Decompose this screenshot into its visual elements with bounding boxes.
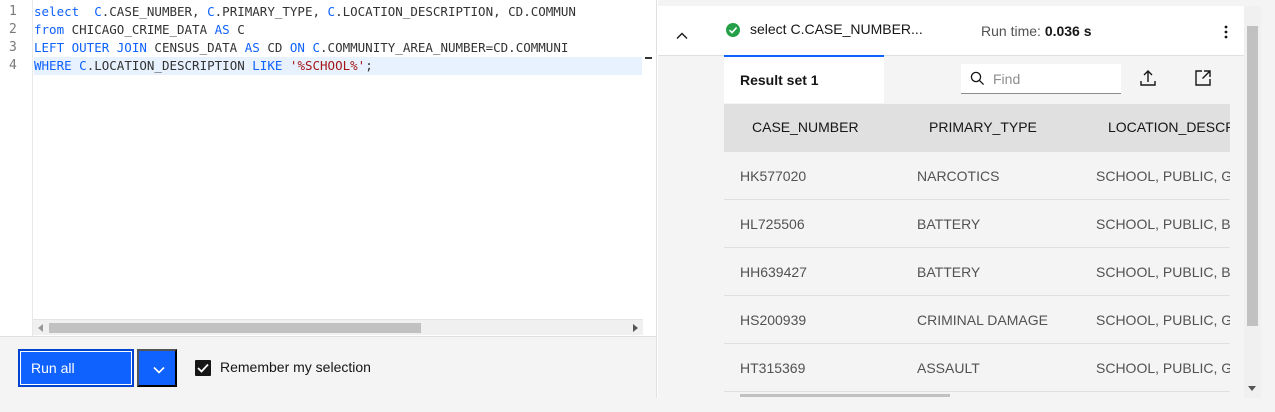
- code-token: .PRIMARY_TYPE,: [214, 4, 328, 19]
- code-token: CENSUS_DATA: [146, 40, 245, 55]
- table-cell: SCHOOL, PUBLIC, GF: [1096, 312, 1230, 328]
- table-cell: ASSAULT: [917, 360, 980, 376]
- code-token: LEFT OUTER JOIN: [34, 40, 147, 55]
- table-cell: HH639427: [740, 264, 807, 280]
- code-token: ;: [365, 58, 373, 73]
- checkmark-filled-icon: [725, 22, 741, 42]
- code-line-active[interactable]: WHERE C.LOCATION_DESCRIPTION LIKE '%SCHO…: [34, 57, 642, 75]
- line-number: 4: [9, 58, 17, 73]
- code-token: CHICAGO_CRIME_DATA: [64, 22, 215, 37]
- table-cell: HS200939: [740, 312, 807, 328]
- code-token: AS: [214, 22, 230, 37]
- sql-code-editor[interactable]: select C.CASE_NUMBER, C.PRIMARY_TYPE, C.…: [34, 3, 642, 319]
- column-header-location-description[interactable]: LOCATION_DESCR: [1108, 119, 1230, 135]
- table-scroll-thumb[interactable]: [740, 394, 950, 397]
- launch-new-window-icon[interactable]: [1194, 69, 1212, 91]
- table-cell: HL725506: [740, 216, 805, 232]
- checkbox-checked-icon: [197, 363, 209, 373]
- code-token: from: [34, 22, 65, 37]
- code-token: AS: [244, 40, 260, 55]
- code-token: C: [207, 4, 215, 19]
- chevron-down-icon: [153, 366, 165, 374]
- table-row[interactable]: HK577020 NARCOTICS SCHOOL, PUBLIC, GF: [724, 152, 1230, 200]
- column-header-case-number[interactable]: CASE_NUMBER: [752, 119, 859, 135]
- code-token: '%SCHOOL%': [289, 58, 366, 73]
- remember-selection-checkbox[interactable]: [195, 360, 211, 376]
- code-token: C: [79, 58, 87, 73]
- column-header-primary-type[interactable]: PRIMARY_TYPE: [929, 119, 1037, 135]
- code-line[interactable]: select C.CASE_NUMBER, C.PRIMARY_TYPE, C.…: [34, 3, 642, 21]
- table-cell: BATTERY: [917, 216, 981, 232]
- sql-editor-pane: 1 2 3 4 select C.CASE_NUMBER, C.PRIMARY_…: [0, 0, 657, 398]
- scroll-right-icon[interactable]: [633, 324, 638, 332]
- export-upload-icon[interactable]: [1139, 69, 1157, 91]
- line-number-gutter: 1 2 3 4: [0, 0, 33, 336]
- table-row[interactable]: HS200939 CRIMINAL DAMAGE SCHOOL, PUBLIC,…: [724, 296, 1230, 344]
- result-header: select C.CASE_NUMBER... Run time: 0.036 …: [658, 6, 1246, 56]
- line-number: 3: [9, 40, 17, 55]
- find-input[interactable]: [993, 64, 1117, 93]
- code-line[interactable]: from CHICAGO_CRIME_DATA AS C: [34, 21, 642, 39]
- table-cell: BATTERY: [917, 264, 981, 280]
- chevron-up-icon[interactable]: [676, 25, 688, 44]
- find-search-box[interactable]: [961, 64, 1121, 94]
- code-token: C: [312, 40, 321, 55]
- search-icon: [970, 71, 985, 90]
- run-toolbar: Run all Remember my selection: [0, 336, 656, 398]
- query-title: select C.CASE_NUMBER...: [750, 21, 923, 37]
- code-token: C: [229, 22, 245, 37]
- remember-selection-label[interactable]: Remember my selection: [220, 359, 371, 375]
- code-token: WHERE: [34, 58, 72, 73]
- table-cell: SCHOOL, PUBLIC, BU: [1096, 264, 1230, 280]
- table-cell: NARCOTICS: [917, 168, 1000, 184]
- table-row[interactable]: HH639427 BATTERY SCHOOL, PUBLIC, BU: [724, 248, 1230, 296]
- table-row[interactable]: HL725506 BATTERY SCHOOL, PUBLIC, BU: [724, 200, 1230, 248]
- code-line[interactable]: LEFT OUTER JOIN CENSUS_DATA AS CD ON C.C…: [34, 39, 642, 57]
- table-row[interactable]: HT315369 ASSAULT SCHOOL, PUBLIC, GF: [724, 344, 1230, 392]
- code-token: select: [34, 4, 80, 19]
- code-token: CD: [259, 40, 290, 55]
- table-cell: HT315369: [740, 360, 806, 376]
- scroll-left-icon[interactable]: [38, 324, 43, 332]
- code-token: ON: [289, 40, 305, 55]
- editor-horizontal-scrollbar[interactable]: [33, 319, 643, 335]
- code-token: .CASE_NUMBER,: [101, 4, 208, 19]
- vertical-scroll-thumb[interactable]: [1247, 26, 1258, 326]
- result-table: CASE_NUMBER PRIMARY_TYPE LOCATION_DESCR …: [724, 104, 1230, 392]
- line-number: 2: [9, 22, 17, 37]
- table-cell: SCHOOL, PUBLIC, BU: [1096, 216, 1230, 232]
- table-cell: SCHOOL, PUBLIC, GF: [1096, 360, 1230, 376]
- table-header: CASE_NUMBER PRIMARY_TYPE LOCATION_DESCR: [724, 104, 1230, 152]
- run-time-label: Run time:: [981, 23, 1045, 39]
- line-number: 1: [9, 4, 17, 19]
- code-token: .COMMUNITY_AREA_NUMBER=CD.COMMUNI: [320, 40, 569, 55]
- table-cell: CRIMINAL DAMAGE: [917, 312, 1048, 328]
- scroll-down-icon[interactable]: [1248, 386, 1256, 391]
- run-time: Run time: 0.036 s: [981, 23, 1092, 39]
- run-options-dropdown-button[interactable]: [137, 349, 177, 387]
- code-token: .LOCATION_DESCRIPTION: [86, 58, 253, 73]
- text-cursor: [645, 57, 652, 59]
- result-vertical-scrollbar[interactable]: [1244, 6, 1261, 398]
- tab-label: Result set 1: [740, 72, 819, 88]
- tab-result-set-1[interactable]: Result set 1: [724, 55, 884, 103]
- run-time-value: 0.036 s: [1044, 23, 1092, 39]
- editor-scroll-thumb[interactable]: [49, 323, 421, 333]
- run-all-button[interactable]: Run all: [18, 349, 134, 387]
- code-token: C: [94, 4, 102, 19]
- table-cell: HK577020: [740, 168, 807, 184]
- result-pane: select C.CASE_NUMBER... Run time: 0.036 …: [658, 0, 1275, 398]
- overflow-menu-vertical-icon[interactable]: [1224, 24, 1228, 43]
- code-token: C: [327, 4, 336, 19]
- table-cell: SCHOOL, PUBLIC, GF: [1096, 168, 1230, 184]
- code-token: .LOCATION_DESCRIPTION, CD.COMMUN: [335, 4, 576, 19]
- page-footer-strip: [0, 398, 1275, 412]
- code-token: LIKE: [252, 58, 283, 73]
